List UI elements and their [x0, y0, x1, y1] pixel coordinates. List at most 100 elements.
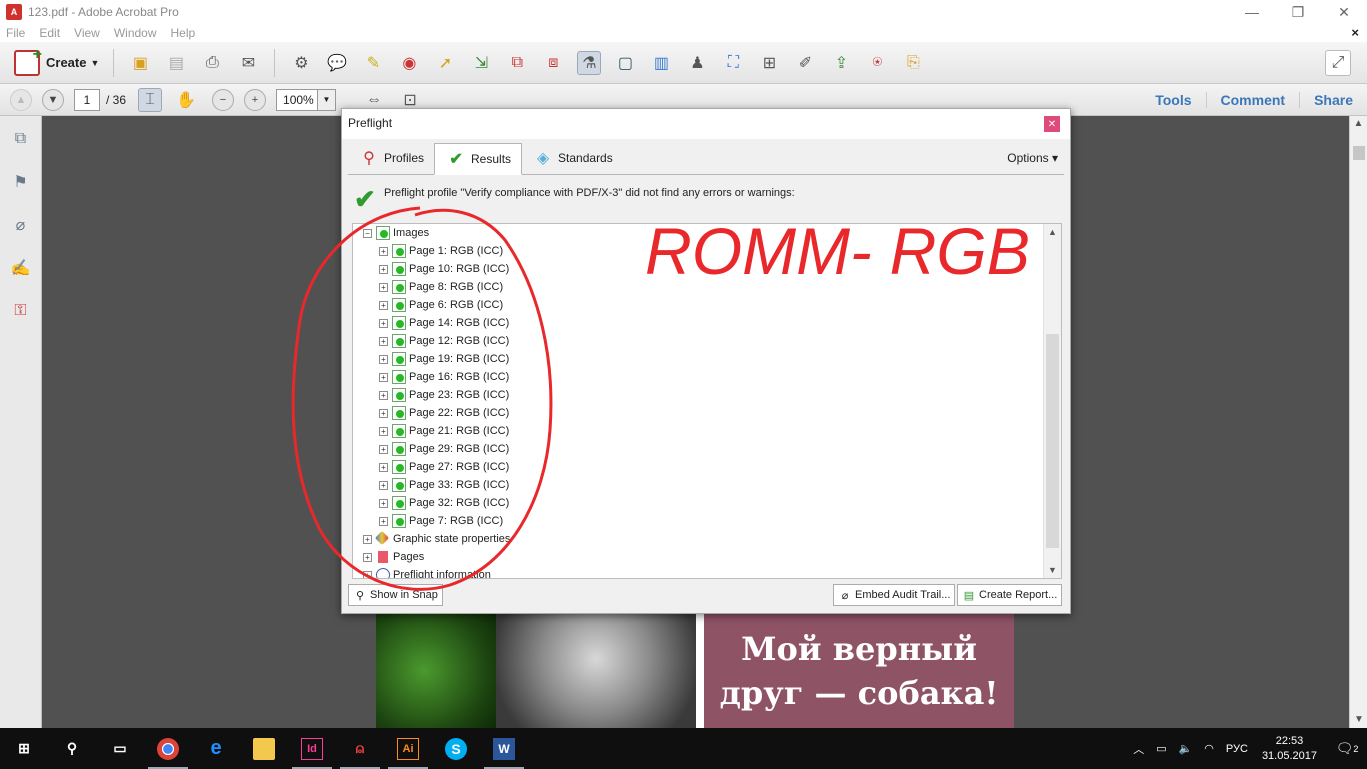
page-number-input[interactable]: 1: [74, 88, 100, 111]
taskbar-acrobat[interactable]: ⍝: [336, 728, 384, 769]
expand-icon[interactable]: +: [379, 390, 388, 400]
tree-node-page[interactable]: + Page 22: RGB (ICC): [379, 404, 509, 422]
battery-icon[interactable]: ▭: [1156, 742, 1166, 755]
scroll-up-icon[interactable]: ▲: [1350, 116, 1367, 132]
email-icon[interactable]: ✉: [236, 51, 260, 75]
taskbar-illustrator[interactable]: Ai: [384, 728, 432, 769]
tree-node-page[interactable]: + Page 7: RGB (ICC): [379, 512, 503, 530]
security-lock-icon[interactable]: ⚿: [10, 300, 32, 322]
expand-icon[interactable]: +: [379, 372, 388, 382]
bookmarks-icon[interactable]: ⚑: [10, 171, 32, 193]
zoom-level-input[interactable]: 100%: [276, 88, 319, 111]
expand-icon[interactable]: +: [379, 480, 388, 490]
taskbar-skype[interactable]: S: [432, 728, 480, 769]
comment-icon[interactable]: 💬: [325, 51, 349, 75]
clock[interactable]: 22:53 31.05.2017: [1262, 734, 1317, 764]
options-menu[interactable]: Options ▾: [1007, 151, 1058, 165]
settings-gear-icon[interactable]: ⚙: [289, 51, 313, 75]
notifications-button[interactable]: 🗨 2: [1327, 728, 1367, 769]
create-report-button[interactable]: ▤ Create Report...: [957, 584, 1063, 606]
expand-icon[interactable]: +: [363, 534, 372, 544]
tree-node-page[interactable]: + Page 6: RGB (ICC): [379, 296, 503, 314]
tree-node-page[interactable]: + Page 14: RGB (ICC): [379, 314, 509, 332]
volume-icon[interactable]: 🔈: [1179, 742, 1193, 755]
expand-icon[interactable]: +: [379, 444, 388, 454]
menu-window[interactable]: Window: [114, 26, 157, 40]
pdf-optimizer-icon[interactable]: ⍟: [865, 51, 889, 75]
split-icon[interactable]: ⧈: [541, 51, 565, 75]
close-button[interactable]: ✕: [1321, 0, 1367, 24]
search-button[interactable]: ⚲: [48, 728, 96, 769]
import-icon[interactable]: ⇲: [469, 51, 493, 75]
tree-node-page[interactable]: + Page 1: RGB (ICC): [379, 242, 503, 260]
tree-node-page[interactable]: + Page 19: RGB (ICC): [379, 350, 509, 368]
language-indicator[interactable]: РУС: [1226, 743, 1248, 755]
minimize-button[interactable]: —: [1229, 0, 1275, 24]
expand-icon[interactable]: +: [379, 336, 388, 346]
task-view-button[interactable]: ▭: [96, 728, 144, 769]
review-icon[interactable]: ⎘: [901, 51, 925, 75]
taskbar-indesign[interactable]: Id: [288, 728, 336, 769]
scroll-down-icon[interactable]: ▼: [1350, 712, 1367, 728]
tree-node-page[interactable]: + Page 12: RGB (ICC): [379, 332, 509, 350]
scroll-thumb[interactable]: [1353, 146, 1365, 160]
convert-colors-icon[interactable]: ⛶: [721, 51, 745, 75]
menu-view[interactable]: View: [74, 26, 100, 40]
upload-icon[interactable]: ⇪: [829, 51, 853, 75]
tab-results[interactable]: ✔ Results: [434, 143, 523, 175]
tree-node-page[interactable]: + Page 23: RGB (ICC): [379, 386, 509, 404]
ink-icon[interactable]: ♟: [685, 51, 709, 75]
menu-file[interactable]: File: [6, 26, 25, 40]
expand-icon[interactable]: +: [379, 282, 388, 292]
tree-node-page[interactable]: + Page 33: RGB (ICC): [379, 476, 509, 494]
tree-node-page[interactable]: + Page 27: RGB (ICC): [379, 458, 509, 476]
expand-icon[interactable]: +: [379, 426, 388, 436]
sticky-note-icon[interactable]: ✎: [361, 51, 385, 75]
tab-profiles[interactable]: ⚲ Profiles: [348, 142, 434, 174]
output-preview-icon[interactable]: ▢: [613, 51, 637, 75]
restore-button[interactable]: ❐: [1275, 0, 1321, 24]
expand-icon[interactable]: +: [379, 462, 388, 472]
expand-icon[interactable]: +: [379, 300, 388, 310]
next-page-button[interactable]: ▼: [42, 88, 64, 111]
open-folder-icon[interactable]: ▣: [128, 51, 152, 75]
select-cursor-icon[interactable]: ⌶: [138, 87, 163, 112]
tree-scroll-thumb[interactable]: [1046, 334, 1059, 548]
results-tree[interactable]: − Images + Page 1: RGB (ICC) + Page 10: RG…: [352, 223, 1062, 579]
taskbar-explorer[interactable]: [240, 728, 288, 769]
tree-node-graphic-state[interactable]: + Graphic state properties: [363, 530, 510, 548]
preflight-icon[interactable]: ⚗: [577, 50, 602, 75]
tree-node-images[interactable]: − Images: [363, 224, 429, 242]
document-scrollbar[interactable]: ▲ ▼: [1349, 116, 1367, 728]
tab-standards[interactable]: ◈ Standards: [522, 142, 623, 174]
share-link[interactable]: Share: [1299, 92, 1367, 108]
expand-icon[interactable]: ⤢: [1325, 50, 1351, 76]
combine-icon[interactable]: ⧉: [505, 51, 529, 75]
tree-node-page[interactable]: + Page 8: RGB (ICC): [379, 278, 503, 296]
taskbar-edge[interactable]: e: [192, 728, 240, 769]
tree-node-page[interactable]: + Page 16: RGB (ICC): [379, 368, 509, 386]
zoom-dropdown-icon[interactable]: ▼: [318, 88, 337, 111]
tree-node-page[interactable]: + Page 29: RGB (ICC): [379, 440, 509, 458]
expand-icon[interactable]: +: [379, 408, 388, 418]
scroll-up-icon[interactable]: ▲: [1044, 224, 1061, 240]
expand-icon[interactable]: +: [379, 498, 388, 508]
taskbar-word[interactable]: W: [480, 728, 528, 769]
attachments-icon[interactable]: ⌀: [10, 214, 32, 236]
start-button[interactable]: ⊞: [0, 728, 48, 769]
tools-link[interactable]: Tools: [1141, 92, 1205, 108]
signatures-icon[interactable]: ✍: [10, 257, 32, 279]
tree-node-preflight-info[interactable]: + Preflight information: [363, 566, 491, 578]
zoom-in-button[interactable]: +: [244, 88, 267, 111]
expand-icon[interactable]: +: [379, 264, 388, 274]
expand-icon[interactable]: +: [363, 552, 372, 562]
save-icon[interactable]: ▤: [164, 51, 188, 75]
stamp-icon[interactable]: ◉: [397, 51, 421, 75]
collapse-icon[interactable]: −: [363, 228, 372, 238]
hand-tool-icon[interactable]: ✋: [174, 88, 198, 112]
print-icon[interactable]: ⎙: [200, 51, 224, 75]
expand-icon[interactable]: +: [379, 516, 388, 526]
expand-icon[interactable]: +: [363, 570, 372, 578]
expand-icon[interactable]: +: [379, 354, 388, 364]
tree-node-page[interactable]: + Page 10: RGB (ICC): [379, 260, 509, 278]
